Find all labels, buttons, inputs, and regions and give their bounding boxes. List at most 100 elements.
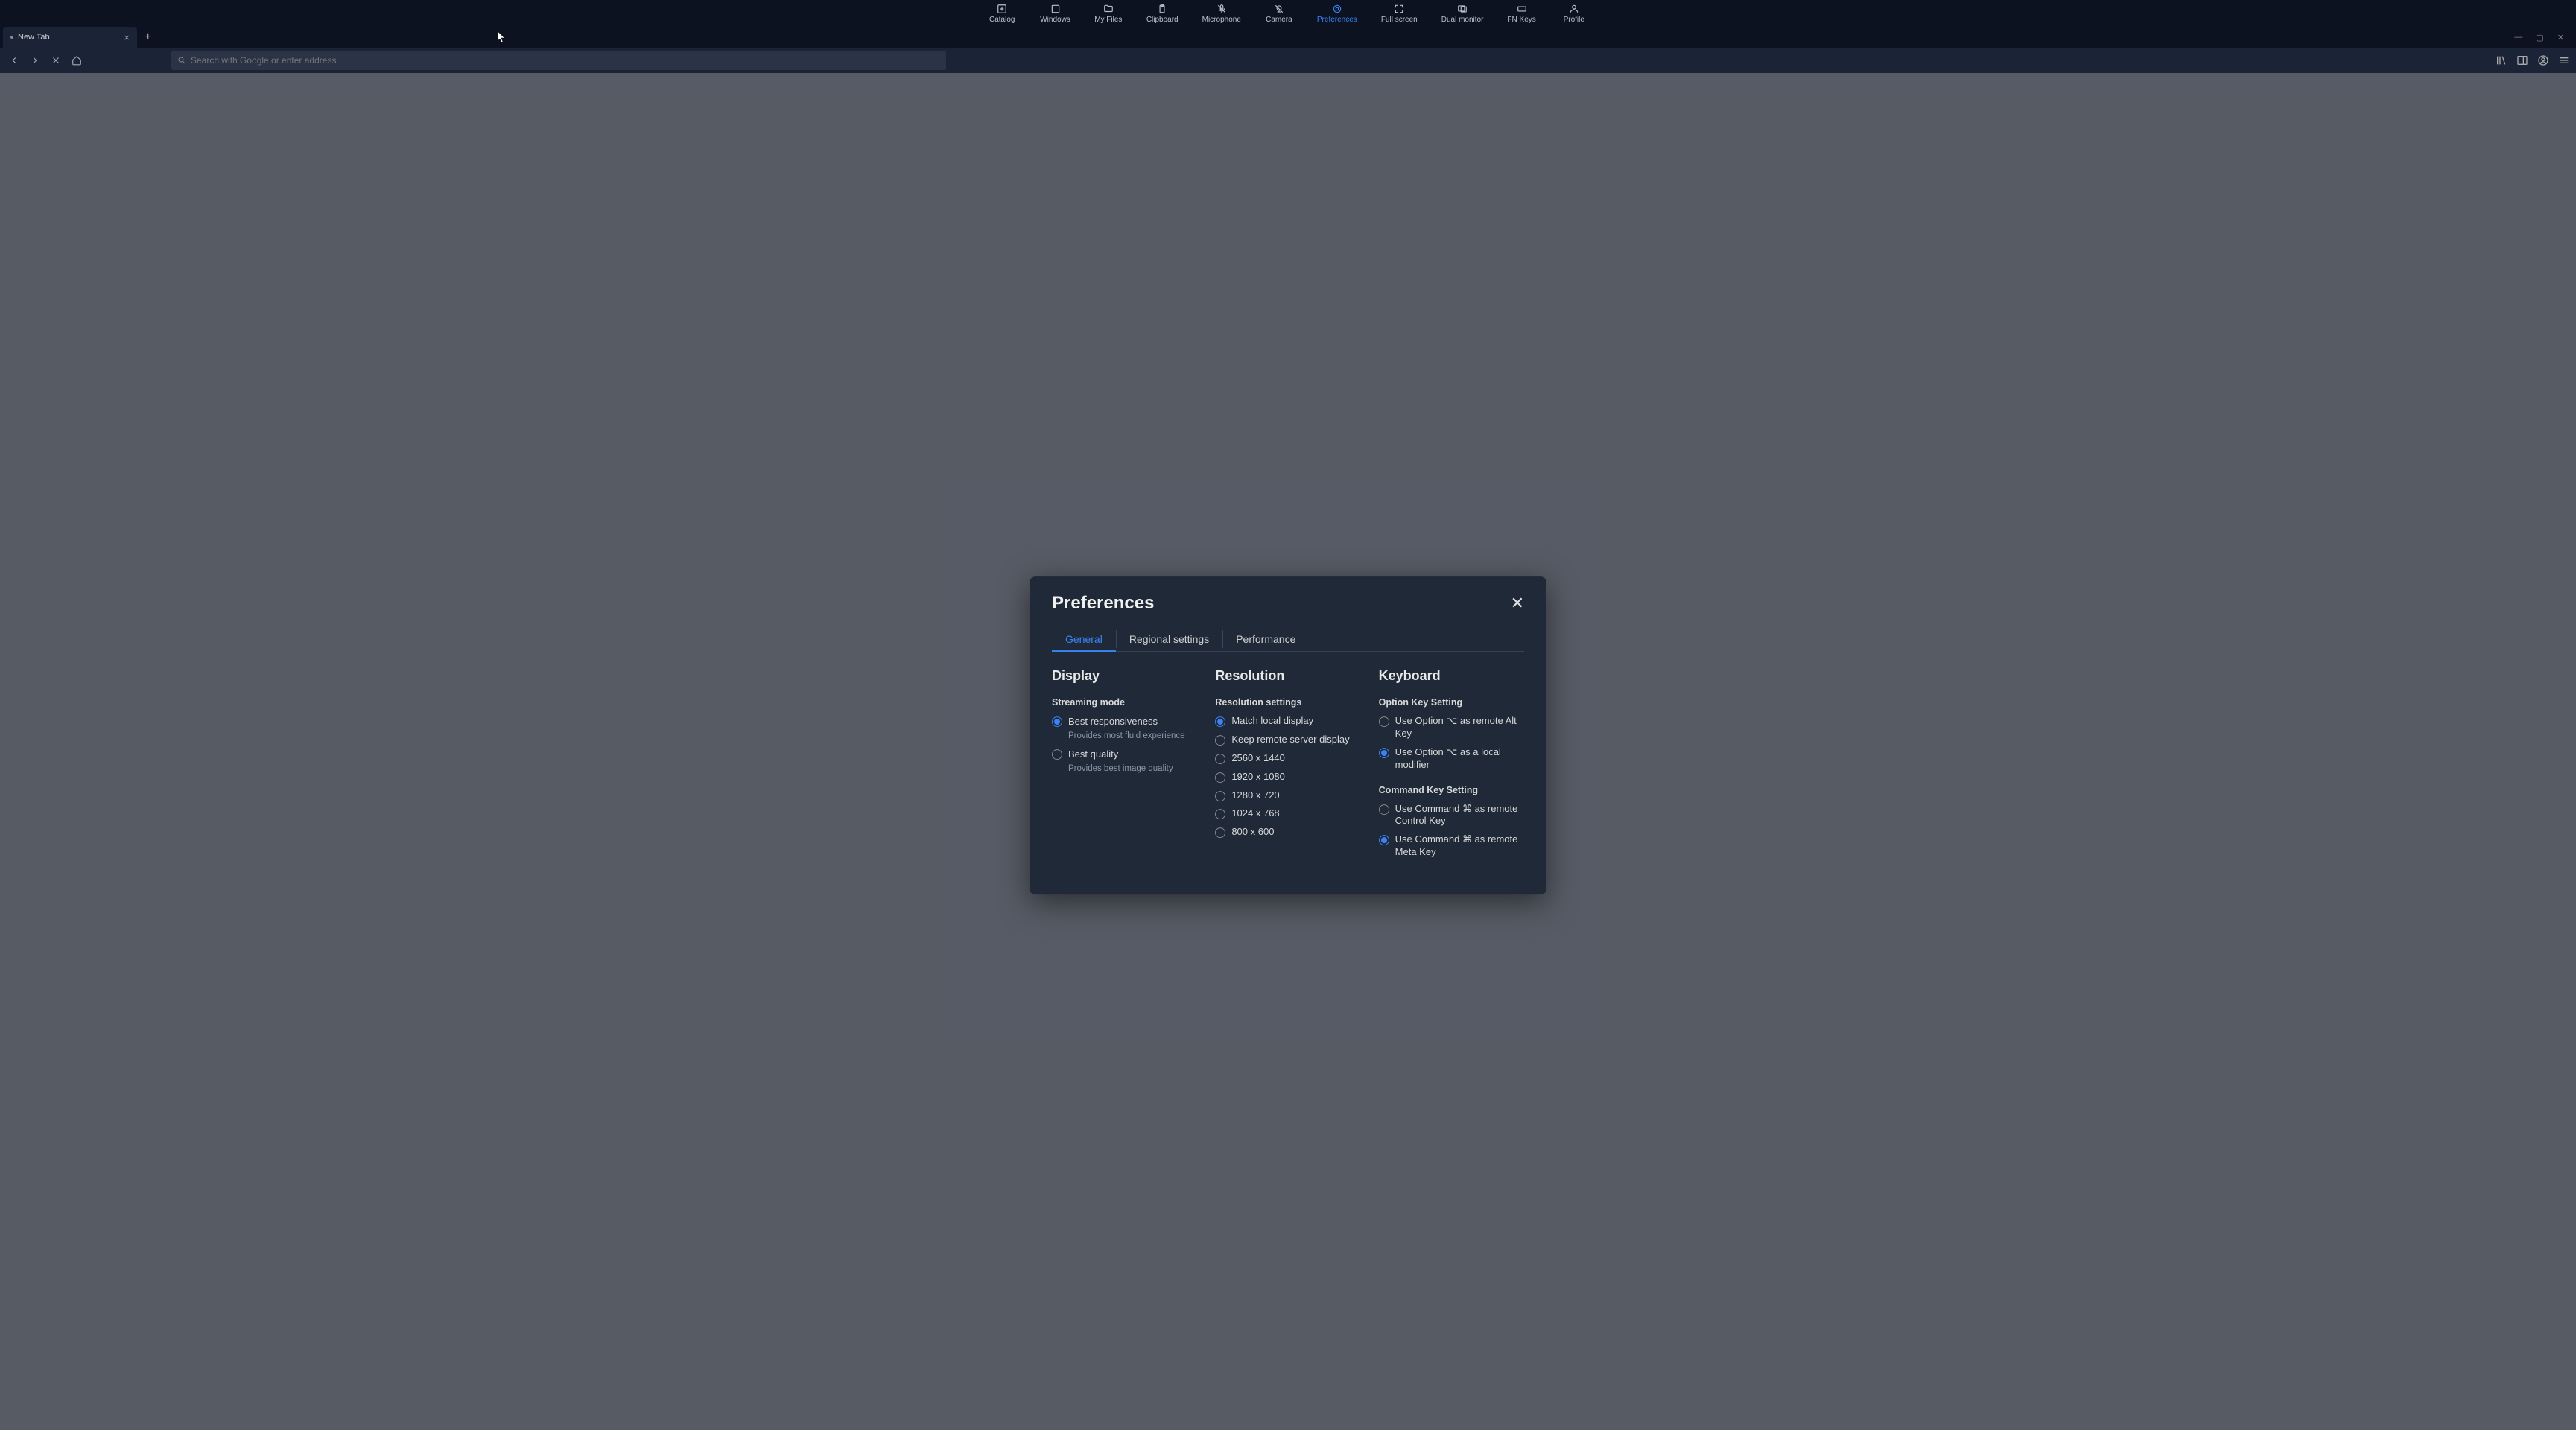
radio-label: 1024 x 768 — [1231, 808, 1279, 821]
resolution-settings-subheading: Resolution settings — [1215, 697, 1360, 708]
radio-icon — [1379, 835, 1389, 845]
tab-close-icon[interactable]: × — [124, 32, 130, 43]
back-button[interactable] — [6, 52, 22, 69]
address-bar[interactable] — [171, 51, 946, 70]
toolbar-item-label: Preferences — [1317, 16, 1357, 24]
radio-label: Use Command ⌘ as remote Meta Key — [1395, 833, 1524, 859]
radio-icon — [1215, 735, 1225, 746]
tab-title: New Tab — [18, 33, 50, 42]
toolbar-item-label: Clipboard — [1146, 16, 1178, 24]
radio-command-remote-meta[interactable]: Use Command ⌘ as remote Meta Key — [1379, 833, 1524, 859]
radio-desc: Provides best image quality — [1068, 764, 1173, 773]
toolbar-microphone[interactable]: Microphone — [1190, 2, 1253, 25]
radio-icon — [1379, 748, 1389, 758]
radio-label: Use Option ⌥ as a local modifier — [1395, 746, 1524, 772]
nav-bar — [0, 48, 2576, 73]
radio-1920x1080[interactable]: 1920 x 1080 — [1215, 771, 1360, 784]
radio-label: 1920 x 1080 — [1231, 771, 1285, 784]
toolbar-dual-monitor[interactable]: Dual monitor — [1430, 2, 1496, 25]
toolbar-profile[interactable]: Profile — [1548, 2, 1600, 25]
search-icon — [177, 56, 186, 65]
stop-button[interactable] — [48, 52, 64, 69]
radio-label: 2560 x 1440 — [1231, 752, 1285, 765]
sidebar-icon[interactable] — [2516, 54, 2528, 66]
modal-tabs: General Regional settings Performance — [1052, 627, 1524, 652]
account-icon[interactable] — [2537, 54, 2549, 66]
display-heading: Display — [1052, 668, 1197, 684]
radio-best-responsiveness[interactable]: Best responsiveness Provides most fluid … — [1052, 715, 1197, 742]
command-key-setting-subheading: Command Key Setting — [1379, 785, 1524, 795]
radio-icon — [1379, 716, 1389, 727]
radio-icon — [1215, 791, 1225, 801]
toolbar-item-label: Windows — [1040, 16, 1070, 24]
option-key-setting-subheading: Option Key Setting — [1379, 697, 1524, 708]
library-icon[interactable] — [2496, 54, 2507, 66]
menu-icon[interactable] — [2558, 54, 2570, 66]
dual-monitor-icon — [1457, 4, 1468, 14]
radio-option-remote-alt[interactable]: Use Option ⌥ as remote Alt Key — [1379, 715, 1524, 740]
home-button[interactable] — [69, 52, 85, 69]
toolbar-clipboard[interactable]: Clipboard — [1135, 2, 1190, 25]
toolbar-camera[interactable]: Camera — [1253, 2, 1305, 25]
close-icon — [51, 55, 61, 66]
radio-match-local-display[interactable]: Match local display — [1215, 715, 1360, 728]
toolbar-item-label: Full screen — [1381, 16, 1418, 24]
radio-command-remote-control[interactable]: Use Command ⌘ as remote Control Key — [1379, 803, 1524, 828]
radio-2560x1440[interactable]: 2560 x 1440 — [1215, 752, 1360, 765]
minimize-button[interactable]: — — [2514, 33, 2522, 42]
microphone-icon — [1216, 4, 1227, 14]
radio-label: 1280 x 720 — [1231, 789, 1279, 802]
toolbar-fn-keys[interactable]: FN Keys — [1495, 2, 1547, 25]
radio-desc: Provides most fluid experience — [1068, 731, 1185, 740]
radio-1280x720[interactable]: 1280 x 720 — [1215, 789, 1360, 802]
radio-best-quality[interactable]: Best quality Provides best image quality — [1052, 748, 1197, 775]
new-tab-button[interactable]: + — [137, 31, 159, 44]
toolbar-preferences[interactable]: Preferences — [1305, 2, 1369, 25]
radio-icon — [1215, 772, 1225, 783]
tab-performance[interactable]: Performance — [1222, 627, 1309, 651]
tab-regional-settings[interactable]: Regional settings — [1116, 627, 1222, 651]
radio-1024x768[interactable]: 1024 x 768 — [1215, 808, 1360, 821]
radio-option-local-modifier[interactable]: Use Option ⌥ as a local modifier — [1379, 746, 1524, 772]
profile-icon — [1569, 4, 1579, 14]
toolbar-item-label: FN Keys — [1507, 16, 1535, 24]
radio-icon — [1052, 716, 1062, 727]
keyboard-column: Keyboard Option Key Setting Use Option ⌥… — [1379, 668, 1524, 865]
toolbar-item-label: Camera — [1266, 16, 1292, 24]
toolbar-windows[interactable]: Windows — [1028, 2, 1082, 25]
toolbar-item-label: Dual monitor — [1441, 16, 1484, 24]
radio-icon — [1379, 804, 1389, 815]
toolbar-item-label: Profile — [1564, 16, 1584, 24]
radio-label: 800 x 600 — [1231, 826, 1274, 839]
content-area: Preferences ✕ General Regional settings … — [0, 73, 2576, 1430]
maximize-button[interactable]: ▢ — [2536, 33, 2543, 42]
radio-icon — [1215, 754, 1225, 764]
toolbar-item-label: Catalog — [989, 16, 1015, 24]
streaming-mode-subheading: Streaming mode — [1052, 697, 1197, 708]
tab-indicator-icon — [10, 36, 13, 39]
home-icon — [72, 55, 82, 66]
forward-button[interactable] — [27, 52, 43, 69]
resolution-heading: Resolution — [1215, 668, 1360, 684]
gear-icon — [1332, 4, 1342, 14]
preferences-modal: Preferences ✕ General Regional settings … — [1030, 576, 1546, 894]
keyboard-icon — [1517, 4, 1527, 14]
folder-icon — [1103, 4, 1114, 14]
radio-label: Keep remote server display — [1231, 734, 1349, 746]
radio-icon — [1052, 749, 1062, 760]
tab-general[interactable]: General — [1052, 627, 1116, 651]
radio-icon — [1215, 827, 1225, 838]
browser-tab[interactable]: New Tab × — [3, 27, 137, 48]
modal-close-button[interactable]: ✕ — [1511, 594, 1524, 613]
radio-label: Use Option ⌥ as remote Alt Key — [1395, 715, 1524, 740]
windows-icon — [1050, 4, 1061, 14]
close-window-button[interactable]: ✕ — [2557, 33, 2564, 42]
toolbar-my-files[interactable]: My Files — [1082, 2, 1135, 25]
radio-label: Match local display — [1231, 715, 1313, 728]
address-input[interactable] — [191, 55, 940, 66]
radio-800x600[interactable]: 800 x 600 — [1215, 826, 1360, 839]
resolution-column: Resolution Resolution settings Match loc… — [1215, 668, 1360, 865]
toolbar-catalog[interactable]: Catalog — [976, 2, 1028, 25]
radio-keep-remote-server-display[interactable]: Keep remote server display — [1215, 734, 1360, 746]
toolbar-full-screen[interactable]: Full screen — [1369, 2, 1430, 25]
